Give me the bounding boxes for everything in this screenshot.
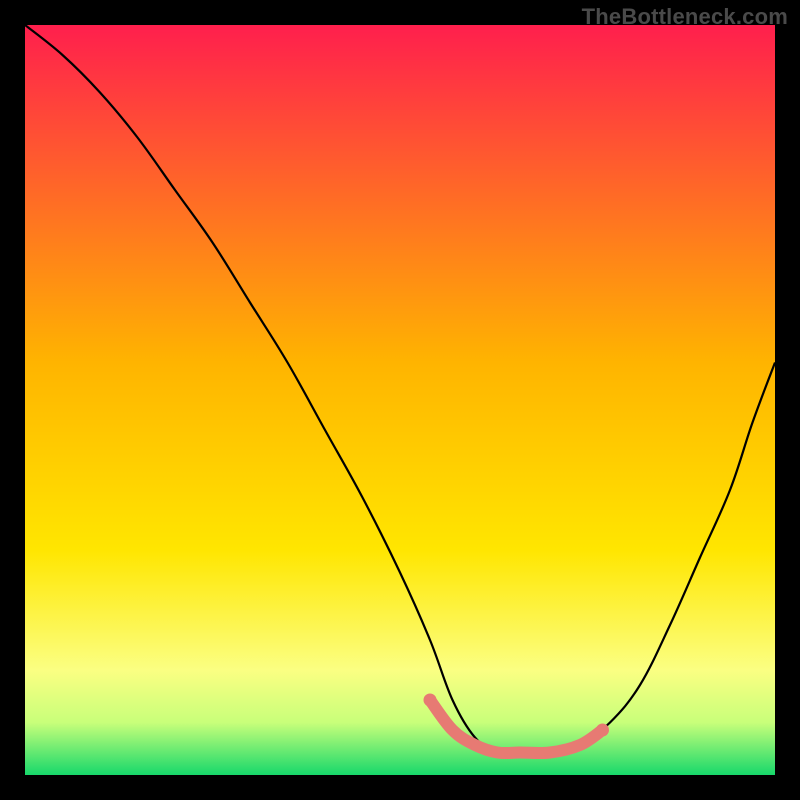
bottleneck-chart [25,25,775,775]
highlight-endpoint-right [596,724,609,737]
highlight-endpoint-left [424,694,437,707]
watermark-text: TheBottleneck.com [582,4,788,30]
